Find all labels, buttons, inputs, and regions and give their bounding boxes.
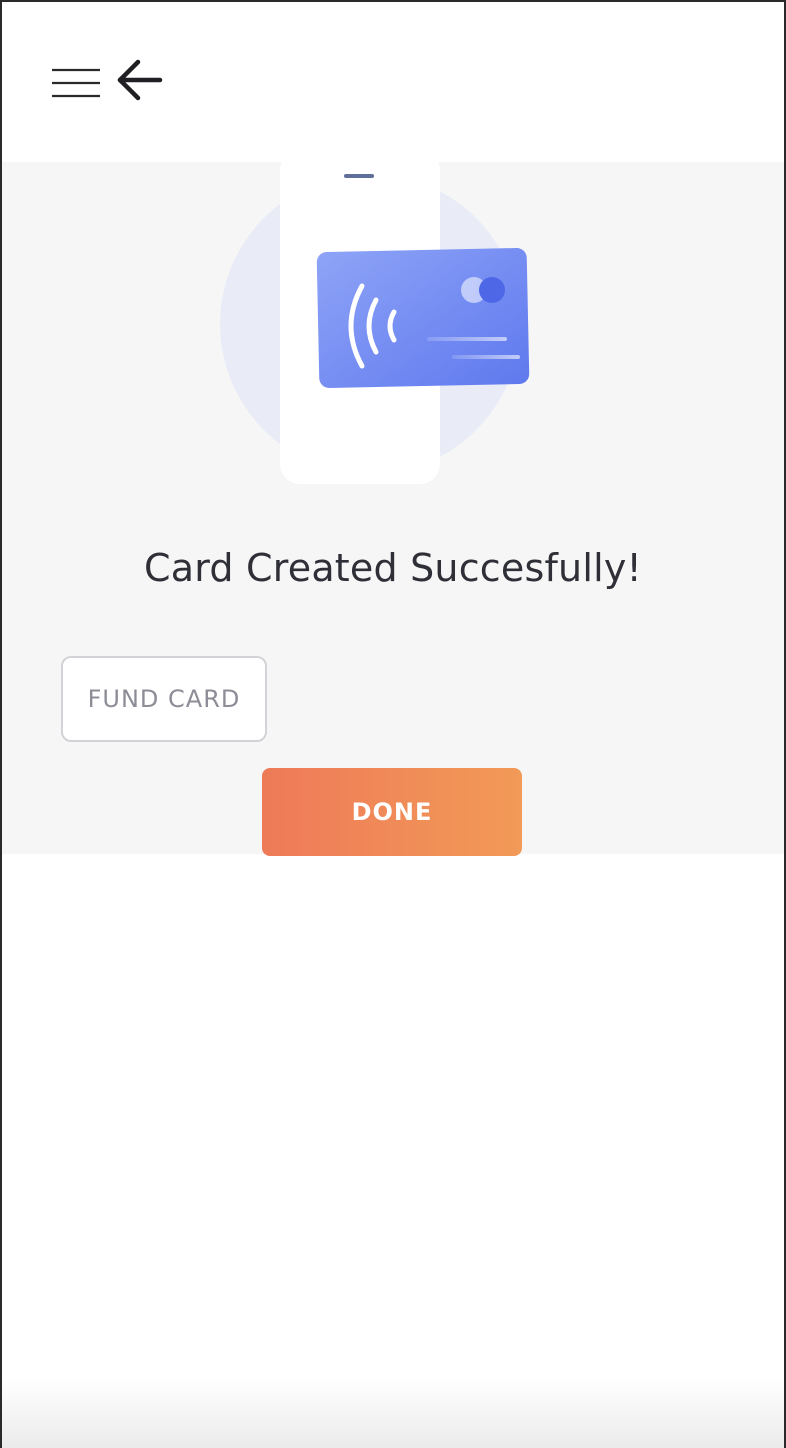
app-frame: Card Created Succesfully! FUND CARD DONE — [0, 0, 786, 1448]
hamburger-menu-icon — [52, 68, 100, 98]
menu-button[interactable] — [48, 64, 104, 104]
card-icon — [316, 248, 530, 388]
done-button[interactable]: DONE — [262, 768, 522, 856]
fund-card-button[interactable]: FUND CARD — [61, 656, 267, 742]
card-created-illustration — [220, 162, 530, 484]
arrow-left-icon — [117, 59, 163, 101]
back-button[interactable] — [112, 56, 168, 108]
success-panel: Card Created Succesfully! FUND CARD DONE — [2, 162, 784, 856]
bottom-shadow — [2, 1378, 784, 1448]
top-bar — [2, 2, 784, 162]
success-title: Card Created Succesfully! — [144, 546, 642, 590]
